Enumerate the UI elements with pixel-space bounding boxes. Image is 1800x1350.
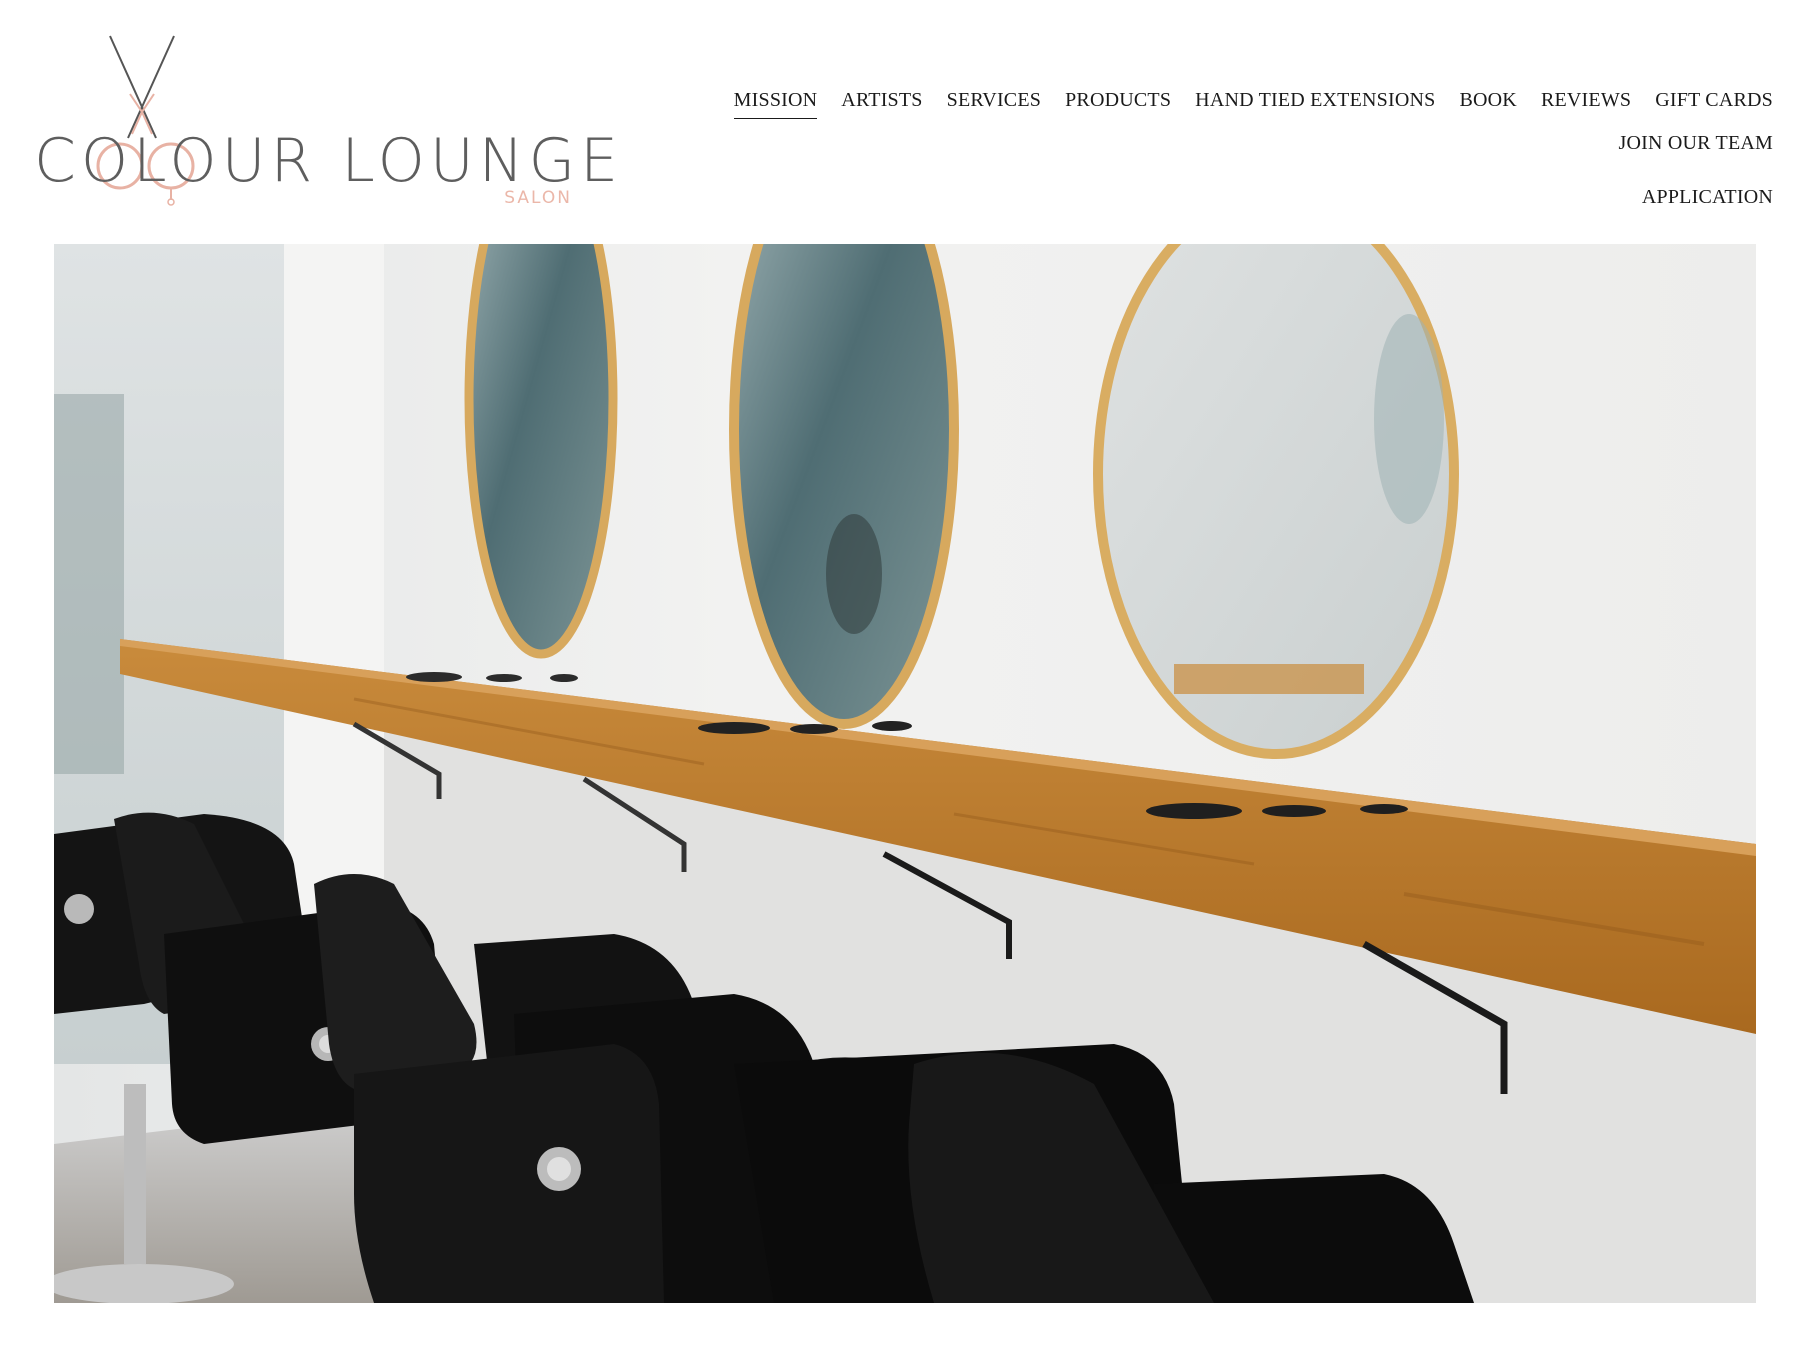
nav-item-services[interactable]: SERVICES	[947, 88, 1041, 119]
nav-item-hand-tied-extensions[interactable]: HAND TIED EXTENSIONS	[1195, 88, 1435, 119]
nav-item-reviews[interactable]: REVIEWS	[1541, 88, 1631, 119]
hero-image	[54, 244, 1756, 1303]
site-header: COLOUR LOUNGE SALON MISSION ARTISTS SERV…	[0, 0, 1800, 244]
nav-item-artists[interactable]: ARTISTS	[841, 88, 922, 119]
nav-item-book[interactable]: BOOK	[1459, 88, 1516, 119]
nav-item-mission[interactable]: MISSION	[733, 88, 818, 119]
nav-item-gift-cards[interactable]: GIFT CARDS	[1655, 88, 1773, 119]
site-logo[interactable]: COLOUR LOUNGE SALON	[34, 34, 618, 214]
nav-item-products[interactable]: PRODUCTS	[1065, 88, 1171, 119]
nav-item-join-our-team[interactable]: JOIN OUR TEAM	[1619, 131, 1773, 161]
nav-item-application[interactable]: APPLICATION	[1642, 185, 1773, 215]
logo-wordmark: COLOUR LOUNGE	[34, 126, 624, 196]
logo-subtitle: SALON	[504, 188, 572, 208]
main-nav: MISSION ARTISTS SERVICES PRODUCTS HAND T…	[633, 88, 1773, 215]
